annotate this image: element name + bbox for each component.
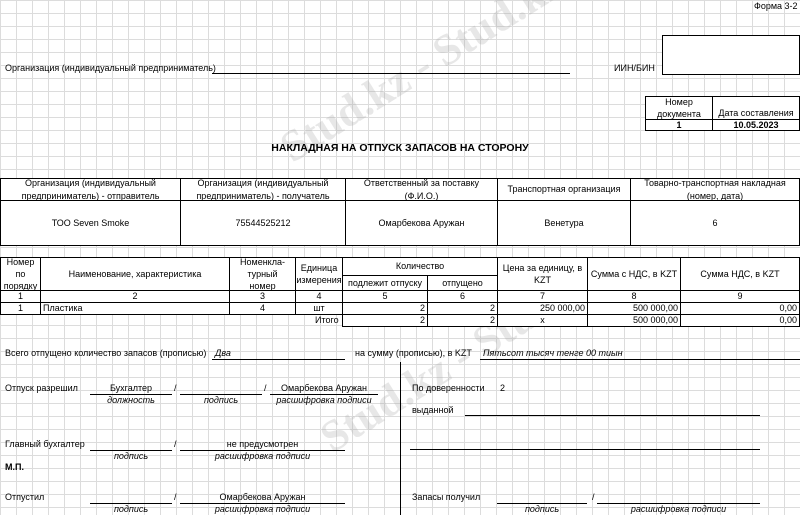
total-vat: 0,00 — [680, 314, 800, 327]
caption-signature: подпись — [113, 451, 149, 461]
doc-date-header: Дата составления — [712, 96, 800, 120]
slash: / — [264, 383, 267, 393]
col-qty-rel-header: отпущено — [427, 275, 498, 291]
total-qty-due: 2 — [342, 314, 428, 327]
chief-label: Главный бухгалтер — [5, 439, 85, 449]
slash: / — [174, 383, 177, 393]
received-label: Запасы получил — [412, 492, 481, 502]
allowed-name: Омарбекова Аружан — [281, 383, 367, 393]
row-num: 1 — [0, 302, 41, 315]
qty-words-value: Два — [215, 348, 231, 358]
iin-label: ИИН/БИН — [614, 63, 655, 73]
slash: / — [174, 492, 177, 502]
released-label: Отпустил — [5, 492, 45, 502]
chief-name: не предусмотрен — [226, 439, 299, 449]
caption-signature: подпись — [113, 504, 149, 514]
total-qty-rel: 2 — [427, 314, 498, 327]
iin-field[interactable] — [662, 35, 800, 75]
proxy-value: 2 — [500, 383, 506, 393]
doc-number-header: Номер документа — [645, 96, 713, 120]
caption-signature: подпись — [524, 504, 560, 514]
waybill-value: 6 — [630, 200, 800, 246]
total-price: x — [497, 314, 588, 327]
doc-date: 10.05.2023 — [712, 119, 800, 131]
proxy-label: По доверенности — [412, 383, 485, 393]
responsible-header: Ответственный за поставку (Ф.И.О.) — [345, 178, 498, 201]
issued-label: выданной — [412, 405, 454, 415]
col-num-header: Номер по порядку — [0, 257, 41, 291]
responsible-value: Омарбекова Аружан — [345, 200, 498, 246]
caption-decoding: расшифровка подписи — [214, 451, 311, 461]
qty-words-label: Всего отпущено количество запасов (пропи… — [5, 348, 207, 358]
col-qty-due-header: подлежит отпуску — [342, 275, 428, 291]
col-unit-header: Единица измерения — [295, 257, 343, 291]
caption-signature: подпись — [203, 395, 239, 405]
allowed-label: Отпуск разрешил — [5, 383, 78, 393]
caption-decoding: расшифровка подписи — [214, 504, 311, 514]
stamp-label: М.П. — [5, 462, 24, 472]
sum-words-value: Пятьсот тысяч тенге 00 тиын — [483, 348, 623, 358]
receiver-header: Организация (индивидуальный предпринимат… — [180, 178, 346, 201]
caption-position: должность — [107, 395, 155, 405]
col-name-header: Наименование, характеристика — [40, 257, 230, 291]
page-title: НАКЛАДНАЯ НА ОТПУСК ЗАПАСОВ НА СТОРОНУ — [271, 142, 529, 154]
col-nomen-header: Номенкла-турный номер — [229, 257, 296, 291]
released-name: Омарбекова Аружан — [219, 492, 306, 502]
caption-decoding: расшифровка подписи — [630, 504, 727, 514]
sum-words-label: на сумму (прописью), в KZT — [355, 348, 472, 358]
col-qty-header: Количество — [342, 257, 498, 276]
slash: / — [174, 439, 177, 449]
caption-decoding: расшифровка подписи — [276, 395, 372, 405]
row-name: Пластика — [40, 302, 230, 315]
sender-value: ТОО Seven Smoke — [0, 200, 181, 246]
transport-value: Венетура — [497, 200, 631, 246]
form-number: Форма 3-2 — [754, 1, 798, 11]
col-price-header: Цена за единицу, в KZT — [497, 257, 588, 291]
transport-header: Транспортная организация — [497, 178, 631, 201]
receiver-value: 75544525212 — [180, 200, 346, 246]
total-sum: 500 000,00 — [587, 314, 681, 327]
col-vat-header: Сумма НДС, в KZT — [680, 257, 800, 291]
doc-number: 1 — [645, 119, 713, 131]
sender-header: Организация (индивидуальный предпринимат… — [0, 178, 181, 201]
issued-line[interactable] — [465, 415, 760, 416]
row-unit: шт — [295, 302, 343, 315]
total-label: Итого — [315, 315, 339, 325]
allowed-position: Бухгалтер — [109, 383, 153, 393]
row-nomen: 4 — [229, 302, 296, 315]
slash: / — [592, 492, 595, 502]
col-sum-header: Сумма с НДС, в KZT — [587, 257, 681, 291]
waybill-header: Товарно-транспортная накладная (номер, д… — [630, 178, 800, 201]
org-label: Организация (индивидуальный предпринимат… — [5, 63, 216, 73]
